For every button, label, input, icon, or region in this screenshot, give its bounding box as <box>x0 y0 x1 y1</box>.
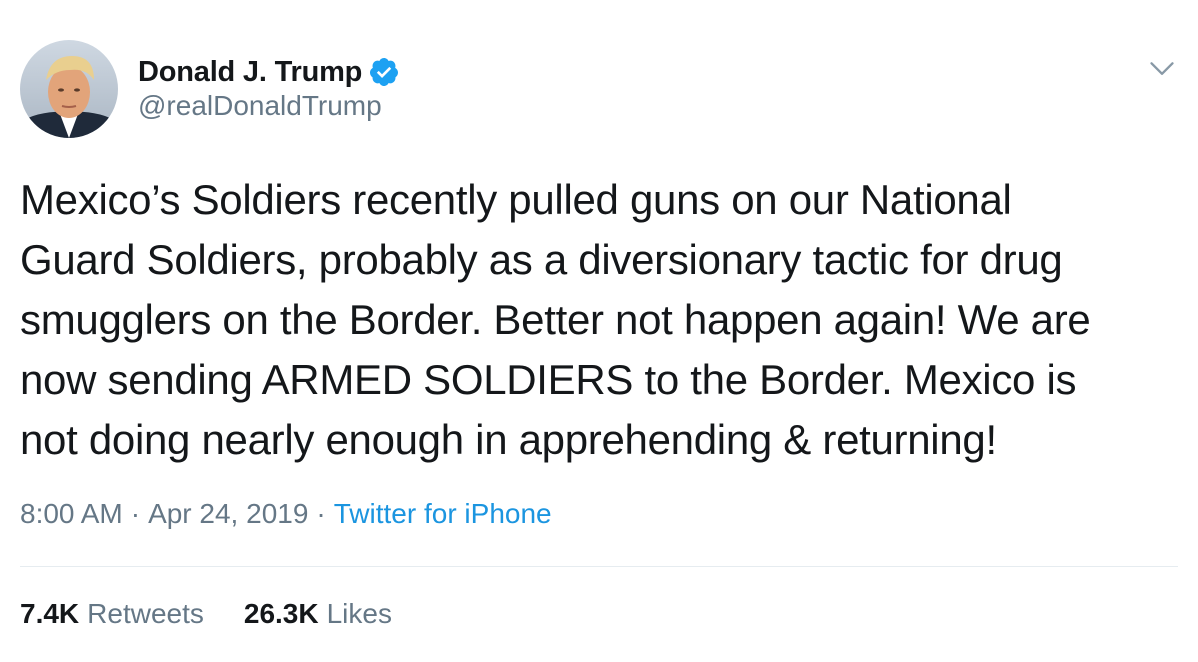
author-row: Donald J. Trump <box>138 52 400 92</box>
handle[interactable]: @realDonaldTrump <box>138 90 382 122</box>
verified-badge-icon <box>370 58 399 86</box>
retweets-stat[interactable]: 7.4K Retweets <box>20 598 204 630</box>
tweet-card: Donald J. Trump @realDonaldTrump Mexico’… <box>0 0 1198 662</box>
avatar[interactable] <box>20 40 118 138</box>
likes-count: 26.3K <box>243 598 319 629</box>
retweets-count: 7.4K <box>20 598 80 629</box>
tweet-stats: 7.4K Retweets 26.3K Likes <box>20 598 392 630</box>
tweet-meta: 8:00 AM · Apr 24, 2019 · Twitter for iPh… <box>20 498 552 530</box>
tweet-text: Mexico’s Soldiers recently pulled guns o… <box>20 176 1091 463</box>
tweet-source-link[interactable]: Twitter for iPhone <box>334 498 552 530</box>
tweet-date[interactable]: Apr 24, 2019 <box>148 498 308 530</box>
likes-stat[interactable]: 26.3K Likes <box>244 598 392 630</box>
chevron-down-icon[interactable] <box>1148 54 1176 82</box>
meta-separator: · <box>130 498 141 529</box>
divider <box>20 566 1178 567</box>
likes-label: Likes <box>326 598 392 629</box>
meta-separator: · <box>316 498 326 529</box>
display-name[interactable]: Donald J. Trump <box>138 56 362 89</box>
retweets-label: Retweets <box>87 598 204 629</box>
tweet-time[interactable]: 8:00 AM <box>20 498 123 530</box>
avatar-image <box>20 40 118 138</box>
